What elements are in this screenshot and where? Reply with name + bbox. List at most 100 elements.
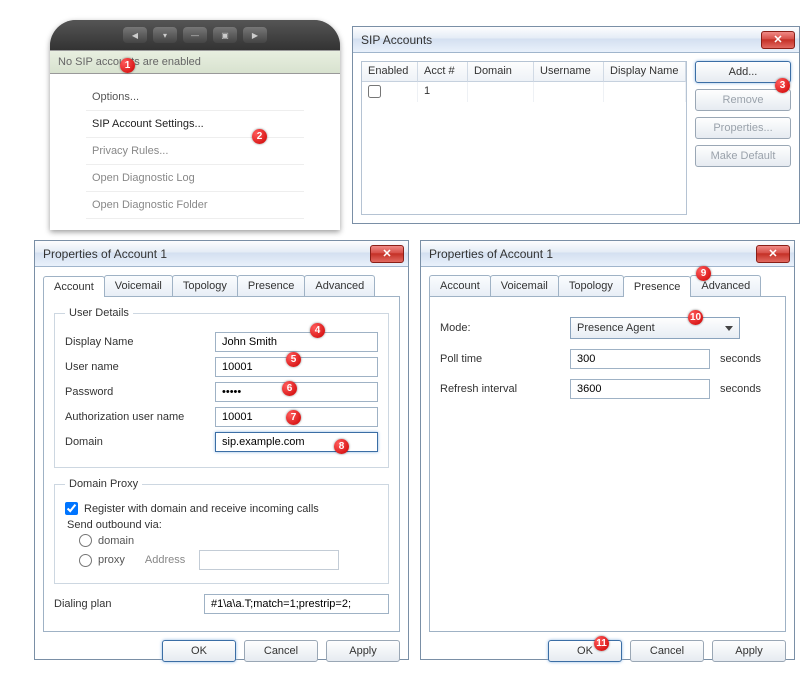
mode-select[interactable]: Presence Agent <box>570 317 740 339</box>
close-button[interactable]: ✕ <box>370 245 404 263</box>
domain-proxy-group: Domain Proxy Register with domain and re… <box>54 478 389 584</box>
cell-username <box>534 82 604 102</box>
apply-button[interactable]: Apply <box>712 640 786 662</box>
remove-button[interactable]: Remove <box>695 89 791 111</box>
refresh-interval-label: Refresh interval <box>440 383 570 395</box>
col-domain[interactable]: Domain <box>468 62 534 82</box>
ok-button[interactable]: OK <box>162 640 236 662</box>
send-via-proxy-radio[interactable] <box>79 554 92 567</box>
send-via-label: Send outbound via: <box>67 519 378 531</box>
dialing-plan-label: Dialing plan <box>54 598 204 610</box>
proxy-address-label: Address <box>145 554 185 566</box>
domain-label: Domain <box>65 436 215 448</box>
cell-display <box>604 82 686 102</box>
phone-hw-button[interactable]: ◀ <box>123 27 147 43</box>
window-title: SIP Accounts <box>361 33 761 47</box>
callout-badge-7: 7 <box>286 410 301 425</box>
callout-badge-8: 8 <box>334 439 349 454</box>
phone-top-bar: ◀ ▾ — ▣ ▶ <box>50 20 340 50</box>
send-via-domain-radio[interactable] <box>79 534 92 547</box>
titlebar: Properties of Account 1 ✕ <box>421 241 794 267</box>
tab-advanced[interactable]: Advanced <box>304 275 375 296</box>
col-enabled[interactable]: Enabled <box>362 62 418 82</box>
cell-enabled[interactable] <box>362 82 418 102</box>
cancel-button[interactable]: Cancel <box>630 640 704 662</box>
softphone-device: ◀ ▾ — ▣ ▶ No SIP accounts are enabled ◀ … <box>50 20 340 230</box>
properties-button[interactable]: Properties... <box>695 117 791 139</box>
cell-domain <box>468 82 534 102</box>
callout-badge-9: 9 <box>696 266 711 281</box>
menu-item-diag-log[interactable]: Open Diagnostic Log <box>86 165 304 192</box>
tabs: Account Voicemail Topology Presence Adva… <box>35 267 408 296</box>
window-title: Properties of Account 1 <box>43 247 370 261</box>
mode-label: Mode: <box>440 322 570 334</box>
callout-badge-4: 4 <box>310 323 325 338</box>
apply-button[interactable]: Apply <box>326 640 400 662</box>
display-name-field[interactable] <box>215 332 378 352</box>
titlebar: SIP Accounts ✕ <box>353 27 799 53</box>
refresh-interval-unit: seconds <box>720 383 761 395</box>
send-via-domain-label: domain <box>98 535 134 547</box>
callout-badge-1: 1 <box>120 58 135 73</box>
callout-badge-5: 5 <box>286 352 301 367</box>
menu-item-diag-folder[interactable]: Open Diagnostic Folder <box>86 192 304 219</box>
account-enabled-checkbox[interactable] <box>368 85 381 98</box>
col-username[interactable]: Username <box>534 62 604 82</box>
dialing-plan-field[interactable] <box>204 594 389 614</box>
callout-badge-3: 3 <box>775 78 790 93</box>
account-properties-window: Properties of Account 1 ✕ Account Voicem… <box>34 240 409 660</box>
phone-hw-button[interactable]: — <box>183 27 207 43</box>
tab-voicemail[interactable]: Voicemail <box>104 275 173 296</box>
table-row[interactable]: 1 <box>362 82 686 102</box>
menu-item-sip-settings[interactable]: SIP Account Settings... <box>86 111 304 138</box>
auth-user-label: Authorization user name <box>65 411 215 423</box>
close-button[interactable]: ✕ <box>756 245 790 263</box>
password-label: Password <box>65 386 215 398</box>
register-checkbox[interactable] <box>65 502 78 515</box>
window-title: Properties of Account 1 <box>429 247 756 261</box>
poll-time-field[interactable] <box>570 349 710 369</box>
user-name-label: User name <box>65 361 215 373</box>
tab-account[interactable]: Account <box>429 275 491 296</box>
col-acct[interactable]: Acct # <box>418 62 468 82</box>
tab-presence[interactable]: Presence <box>623 276 691 297</box>
send-via-proxy-label: proxy <box>98 554 125 566</box>
callout-badge-11: 11 <box>594 636 609 651</box>
ok-button[interactable]: OK <box>548 640 622 662</box>
close-icon: ✕ <box>773 33 782 46</box>
refresh-interval-field[interactable] <box>570 379 710 399</box>
display-name-label: Display Name <box>65 336 215 348</box>
close-icon: ✕ <box>382 247 391 260</box>
poll-time-unit: seconds <box>720 353 761 365</box>
account-properties-presence-window: Properties of Account 1 ✕ Account Voicem… <box>420 240 795 660</box>
titlebar: Properties of Account 1 ✕ <box>35 241 408 267</box>
close-button[interactable]: ✕ <box>761 31 795 49</box>
phone-hw-button[interactable]: ▾ <box>153 27 177 43</box>
phone-hw-button[interactable]: ▶ <box>243 27 267 43</box>
make-default-button[interactable]: Make Default <box>695 145 791 167</box>
tab-presence[interactable]: Presence <box>237 275 305 296</box>
domain-field[interactable] <box>215 432 378 452</box>
phone-hw-button[interactable]: ▣ <box>213 27 237 43</box>
tabs: Account Voicemail Topology Presence Adva… <box>421 267 794 296</box>
tab-topology[interactable]: Topology <box>172 275 238 296</box>
register-label: Register with domain and receive incomin… <box>84 503 319 515</box>
callout-badge-10: 10 <box>688 310 703 325</box>
close-icon: ✕ <box>768 247 777 260</box>
menu-item-options[interactable]: Options... <box>86 84 304 111</box>
accounts-table: Enabled Acct # Domain Username Display N… <box>361 61 687 215</box>
phone-menu: Options... SIP Account Settings... Priva… <box>50 74 340 230</box>
user-details-legend: User Details <box>65 307 133 319</box>
tab-topology[interactable]: Topology <box>558 275 624 296</box>
domain-proxy-legend: Domain Proxy <box>65 478 142 490</box>
menu-item-privacy[interactable]: Privacy Rules... <box>86 138 304 165</box>
cancel-button[interactable]: Cancel <box>244 640 318 662</box>
col-display[interactable]: Display Name <box>604 62 686 82</box>
proxy-address-field[interactable] <box>199 550 339 570</box>
poll-time-label: Poll time <box>440 353 570 365</box>
tab-voicemail[interactable]: Voicemail <box>490 275 559 296</box>
phone-status-bar: No SIP accounts are enabled <box>50 50 340 74</box>
sip-accounts-window: SIP Accounts ✕ Enabled Acct # Domain Use… <box>352 26 800 224</box>
chevron-down-icon <box>725 326 733 331</box>
tab-account[interactable]: Account <box>43 276 105 297</box>
